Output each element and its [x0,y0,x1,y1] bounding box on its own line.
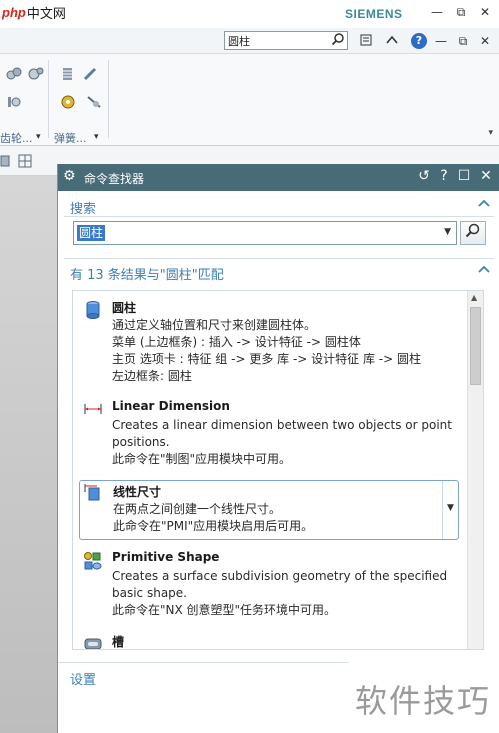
grid-tool-icon[interactable] [18,154,32,168]
gear-group-dropdown-icon[interactable]: ▾ [36,132,41,142]
bearing-tool-icon[interactable] [60,94,76,110]
maximize-icon[interactable]: ☐ [456,168,472,184]
item-desc-line: basic shape. [112,586,187,600]
list-item-selected[interactable]: 线性尺寸 在两点之间创建一个线性尺寸。 此命令在"PMI"应用模块启用后可用。 … [79,480,459,540]
list-item[interactable]: 圆柱 通过定义轴位置和尺寸来创建圆柱体。 菜单 (上边框条) : 插入 -> 设… [79,299,459,389]
dialog-title: 命令查找器 [84,172,145,186]
spring-tool-icon[interactable] [60,66,76,82]
item-desc-line: positions. [112,435,170,449]
logo-text: 中文网 [26,7,66,22]
gear-icon: ⚙ [63,168,76,184]
search-collapse-chevron-icon[interactable] [478,197,490,211]
primitive-shape-icon [84,552,102,570]
logo-php: php [2,5,26,20]
search-icon[interactable] [331,32,345,49]
ribbon-separator [108,60,109,138]
results-section-header[interactable]: 有 13 条结果与"圆柱"匹配 [58,260,499,284]
list-item[interactable]: Linear Dimension Creates a linear dimens… [79,399,459,471]
item-desc-line: 此命令在"NX 创意塑型"任务环境中可用。 [112,603,337,617]
item-menu-dropdown-icon[interactable]: ▼ [442,481,458,539]
item-desc-line: 此命令在"PMI"应用模块启用后可用。 [113,519,314,533]
pmi-linear-dimension-icon [84,484,100,501]
command-finder-dialog: ⚙ 命令查找器 ↺ ? ☐ ✕ 搜索 圆柱 ▼ 有 13 条结果与"圆柱"匹配 [57,164,499,733]
results-collapse-chevron-icon[interactable] [478,263,490,277]
item-desc-line: 在两点之间创建一个线性尺寸。 [113,502,282,516]
dialog-help-icon[interactable]: ? [436,168,452,184]
shaft-tool-icon[interactable] [86,94,102,110]
select-tool-icon[interactable] [0,154,10,168]
finder-search-combo[interactable]: 圆柱 ▼ [73,221,457,245]
siemens-brand: SIEMENS [345,7,403,21]
item-desc-line: 通过定义轴位置和尺寸来创建圆柱体。 [112,318,317,332]
ribbon: 齿轮... ▾ 弹簧... ▾ ▾ [0,54,499,146]
minimize-icon[interactable]: — [430,5,444,19]
ribbon-group-gear-label[interactable]: 齿轮... [0,130,33,146]
item-desc-line: 左边框条: 圆柱 [112,369,192,383]
results-list[interactable]: 圆柱 通过定义轴位置和尺寸来创建圆柱体。 菜单 (上边框条) : 插入 -> 设… [72,290,484,650]
dialog-close-icon[interactable]: ✕ [478,168,494,184]
item-name: 圆柱 [112,301,137,315]
results-count-label: 有 13 条结果与"圆柱"匹配 [70,268,224,283]
ribbon-group-spring-label[interactable]: 弹簧... [54,130,87,146]
chevron-down-icon[interactable]: ▼ [444,227,451,237]
help-row: 圆柱 ? — ⧉ ✕ [0,28,499,54]
close-icon[interactable]: ✕ [478,5,492,19]
watermark: 软件技巧 [349,660,499,733]
search-section-label: 搜索 [70,202,97,217]
gear-tool-icon[interactable] [6,66,22,82]
ribbon-collapse-icon[interactable]: ▾ [488,128,493,138]
cylinder-icon [86,301,100,319]
list-item[interactable]: 槽 [79,633,459,649]
command-search-value: 圆柱 [228,35,250,48]
item-desc-line: 菜单 (上边框条) : 插入 -> 设计特征 -> 圆柱体 [112,335,361,349]
item-name: Linear Dimension [112,399,230,413]
spring-group-dropdown-icon[interactable]: ▾ [94,132,99,142]
linear-dimension-icon [84,404,102,414]
find-search-icon [465,223,480,238]
watermark-text: 软件技巧 [355,682,492,720]
section-divider [64,216,494,217]
chevron-up-icon[interactable] [384,33,400,49]
dialog-titlebar[interactable]: ⚙ 命令查找器 ↺ ? ☐ ✕ [58,164,499,191]
item-desc-line: Creates a linear dimension between two o… [112,418,452,432]
find-button[interactable] [460,221,486,245]
command-search-input[interactable]: 圆柱 [224,31,348,50]
item-desc-line: 主页 选项卡 : 特征 组 -> 更多 库 -> 设计特征 库 -> 圆柱 [112,352,421,366]
scroll-up-icon[interactable]: ▲ [471,293,477,302]
item-name: 线性尺寸 [113,485,162,499]
reset-icon[interactable]: ↺ [416,168,432,184]
pencil-tool-icon[interactable] [82,66,98,82]
item-desc-line: 此命令在"制图"应用模块中可用。 [112,452,292,466]
app-titlebar: php 中文网 SIEMENS — ⧉ ✕ [0,0,499,28]
item-name: Primitive Shape [112,550,220,564]
doc-restore-icon[interactable]: ⧉ [456,34,470,49]
search-section-header[interactable]: 搜索 [58,194,499,218]
doc-close-icon[interactable]: ✕ [478,34,492,48]
graphics-workspace[interactable] [0,176,58,733]
ribbon-separator [48,60,49,138]
doc-minimize-icon[interactable]: — [434,34,448,48]
results-scrollbar[interactable]: ▲ [467,291,483,649]
gear-tool2-icon[interactable] [28,66,44,82]
item-desc-line: Creates a surface subdivision geometry o… [112,569,448,583]
site-logo: php 中文网 [2,3,66,22]
gear-train-icon[interactable] [6,94,22,110]
restore-icon[interactable]: ⧉ [454,5,468,20]
section-divider [64,258,494,259]
list-item[interactable]: Primitive Shape Creates a surface subdiv… [79,550,459,622]
settings-label: 设置 [70,673,97,688]
help-icon[interactable]: ? [411,33,427,49]
item-name: 槽 [112,635,125,649]
window-list-icon[interactable] [358,33,374,49]
finder-search-value: 圆柱 [77,225,106,241]
slot-icon [84,638,102,649]
scroll-thumb[interactable] [470,307,481,385]
